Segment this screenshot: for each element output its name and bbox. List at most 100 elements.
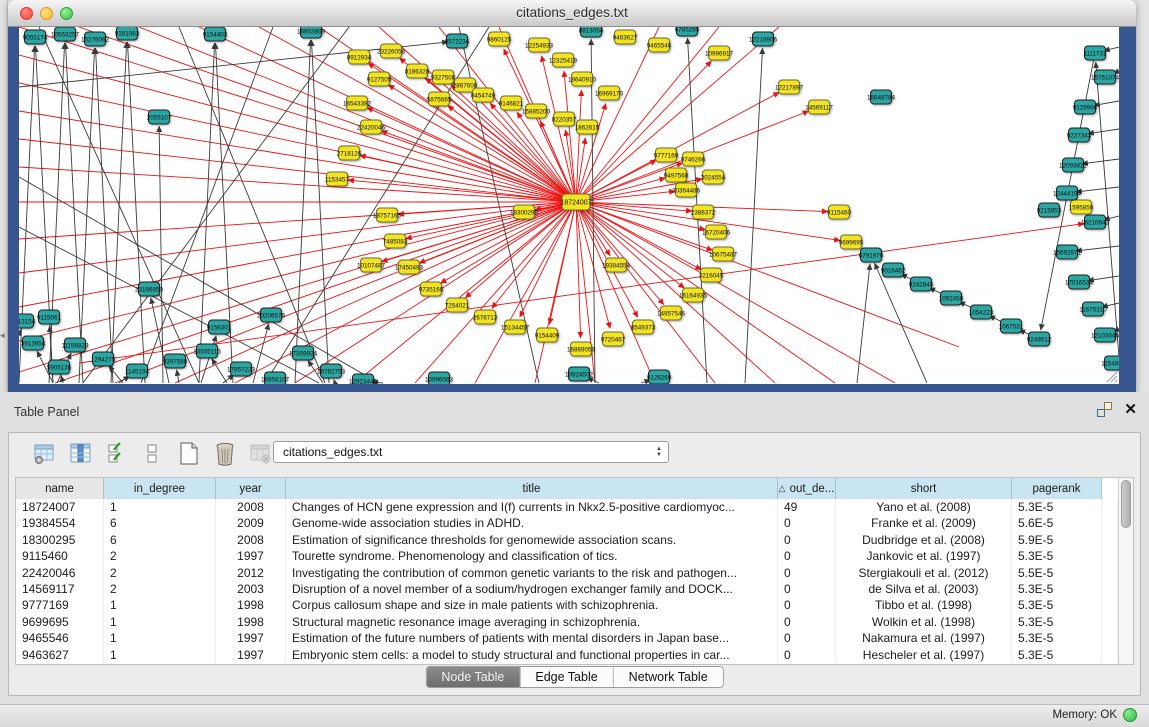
table-row[interactable]: 1456911722003Disruption of a novel membe… (16, 581, 1118, 597)
table-cell[interactable]: Wolkin et al. (1998) (836, 614, 1012, 630)
graph-node[interactable]: 11156829 (61, 338, 89, 352)
graph-node[interactable]: 10924502 (565, 367, 594, 381)
graph-node[interactable]: 14569117 (805, 100, 833, 114)
table-row[interactable]: 969969511998Structural magnetic resonanc… (16, 614, 1118, 630)
graph-node[interactable]: 1145194 (125, 364, 150, 378)
table-cell[interactable]: de Silva et al. (2003) (836, 581, 1012, 597)
column-header-year[interactable]: year (216, 478, 286, 499)
table-cell[interactable]: Corpus callosum shape and size in male p… (286, 597, 778, 613)
graph-node[interactable]: 10996917 (705, 46, 734, 60)
graph-node[interactable]: 16210643 (1081, 215, 1110, 229)
table-cell[interactable]: 5.3E-5 (1012, 647, 1102, 663)
graph-node[interactable]: 9860125 (487, 32, 512, 46)
graph-node[interactable]: 9777169 (654, 148, 679, 162)
table-cell[interactable]: 9465546 (16, 630, 104, 646)
table-scrollbar[interactable] (1118, 478, 1133, 664)
graph-node[interactable]: 12218906 (749, 32, 778, 46)
graph-node[interactable]: 16853809 (297, 27, 326, 38)
graph-node[interactable]: 1153457 (325, 172, 350, 186)
table-cell[interactable]: 9463627 (16, 647, 104, 663)
table-cell[interactable] (1102, 597, 1118, 613)
graph-node[interactable]: 18724007 (560, 194, 591, 210)
column-header-short[interactable]: short (836, 478, 1012, 499)
table-cell[interactable]: Jankovic et al. (1997) (836, 548, 1012, 564)
graph-node[interactable]: 22420046 (357, 120, 386, 134)
graph-node[interactable]: 12217897 (775, 80, 804, 94)
graph-node[interactable]: 15751074 (1091, 70, 1119, 84)
table-cell[interactable]: Yano et al. (2008) (836, 499, 1012, 515)
scrollbar-thumb[interactable] (1121, 480, 1131, 528)
table-cell[interactable]: 1 (104, 647, 216, 663)
graph-node[interactable]: 16720406 (702, 225, 731, 239)
graph-node[interactable]: 5905135 (47, 360, 72, 374)
window-resize-grip[interactable] (1107, 372, 1117, 382)
table-cell[interactable] (1102, 515, 1118, 531)
graph-node[interactable]: 16958107 (261, 372, 290, 384)
graph-node[interactable]: 15276062 (81, 32, 110, 46)
table-cell[interactable]: 2 (104, 548, 216, 564)
column-header-out_de...[interactable]: △out_de... (778, 478, 836, 499)
graph-node[interactable]: 9115061 (37, 310, 62, 324)
table-cell[interactable]: 14569117 (16, 581, 104, 597)
table-cell[interactable]: Hescheler et al. (1997) (836, 647, 1012, 663)
table-cell[interactable]: 9115460 (16, 548, 104, 564)
graph-node[interactable]: 8454749 (471, 88, 496, 102)
graph-node[interactable]: 8572234 (445, 34, 470, 48)
table-cell[interactable]: 1997 (216, 647, 286, 663)
graph-node[interactable]: 17016534 (1065, 275, 1094, 289)
table-cell[interactable]: 6 (104, 515, 216, 531)
table-cell[interactable]: 5.5E-5 (1012, 565, 1102, 581)
table-cell[interactable]: 5.3E-5 (1012, 630, 1102, 646)
memory-indicator[interactable]: Memory: OK (1052, 708, 1137, 722)
graph-node[interactable]: 19384554 (602, 258, 631, 272)
graph-node[interactable]: 13505115 (193, 344, 221, 358)
tab-edge-table[interactable]: Edge Table (520, 667, 613, 687)
table-row[interactable]: 946362711997Embryonic stem cells: a mode… (16, 647, 1118, 663)
graph-node[interactable]: 8912934 (347, 50, 372, 64)
graph-node[interactable]: 17957223 (227, 362, 256, 376)
table-cell[interactable]: 0 (778, 597, 836, 613)
graph-node[interactable]: 10107487 (357, 258, 386, 272)
graph-node[interactable]: 10675487 (709, 247, 738, 261)
table-cell[interactable]: Stergiakouli et al. (2012) (836, 565, 1012, 581)
graph-node[interactable]: 20364486 (672, 183, 701, 197)
table-cell[interactable]: 5.9E-5 (1012, 532, 1102, 548)
graph-node[interactable]: 16164935 (679, 288, 708, 302)
clear-selection-icon[interactable] (139, 441, 166, 468)
table-cell[interactable]: 5.3E-5 (1012, 499, 1102, 515)
graph-node[interactable]: 12103546 (1091, 328, 1119, 342)
table-cell[interactable]: 22420046 (16, 565, 104, 581)
graph-node[interactable]: 15134457 (501, 320, 530, 334)
table-cell[interactable] (1102, 548, 1118, 564)
graph-node[interactable]: 1092450 (939, 291, 964, 305)
table-cell[interactable]: 49 (778, 499, 836, 515)
graph-node[interactable]: 20206576 (257, 308, 286, 322)
table-row[interactable]: 911546021997Tourette syndrome. Phenomeno… (16, 548, 1118, 564)
graph-node[interactable]: 9161063 (115, 27, 140, 40)
delete-icon[interactable] (211, 441, 238, 468)
graph-node[interactable]: 6785295 (675, 27, 700, 36)
table-cell[interactable]: Changes of HCN gene expression and I(f) … (286, 499, 778, 515)
table-cell[interactable]: Tibbo et al. (1998) (836, 597, 1012, 613)
table-cell[interactable]: 1998 (216, 597, 286, 613)
table-cell[interactable]: Estimation of significance thresholds fo… (286, 532, 778, 548)
graph-node[interactable]: 16969170 (595, 86, 624, 100)
table-cell[interactable]: Nakamura et al. (1997) (836, 630, 1012, 646)
graph-node[interactable]: 9126269 (647, 370, 672, 384)
graph-node[interactable]: 12444194 (1053, 186, 1082, 200)
graph-node[interactable]: 9227343 (1067, 128, 1092, 142)
table-cell[interactable]: Estimation of the future numbers of pati… (286, 630, 778, 646)
table-cell[interactable]: 9699695 (16, 614, 104, 630)
graph-node[interactable]: 17450493 (395, 260, 424, 274)
column-header-in_degree[interactable]: in_degree (104, 478, 216, 499)
graph-node[interactable]: 9463627 (613, 30, 638, 44)
graph-node[interactable]: 8813054 (579, 27, 604, 37)
graph-node[interactable]: 9156301 (207, 320, 232, 334)
graph-node[interactable]: 9242845 (909, 277, 934, 291)
graph-node[interactable]: 10553257 (51, 27, 80, 41)
graph-node[interactable]: 16648784 (867, 90, 896, 104)
table-row[interactable]: 946554611997Estimation of the future num… (16, 630, 1118, 646)
graph-node[interactable]: 10996563 (425, 372, 454, 384)
graph-node[interactable]: 3216045 (699, 268, 724, 282)
graph-node[interactable]: 12254933 (525, 38, 554, 52)
